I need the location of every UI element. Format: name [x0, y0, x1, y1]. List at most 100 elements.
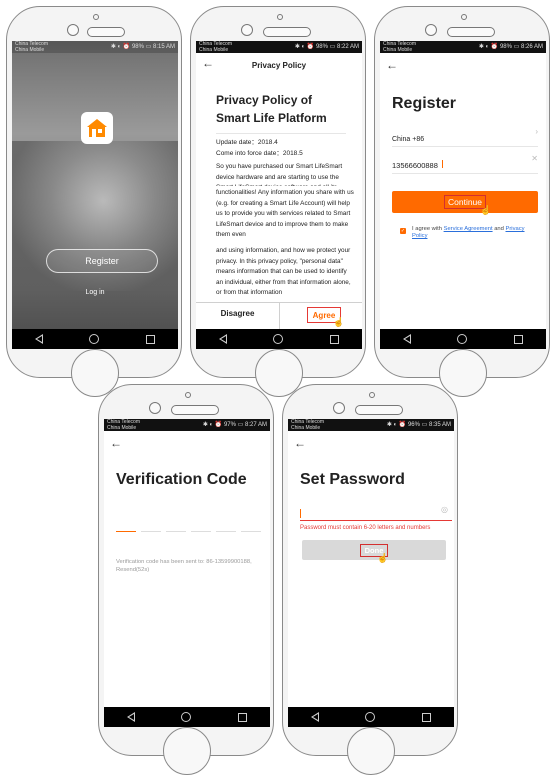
nav-back-icon[interactable]: [219, 334, 228, 344]
country-code-label: China +86: [392, 136, 425, 143]
policy-paragraph-1: So you have purchased our Smart LifeSmar…: [216, 163, 343, 186]
code-digit-5: [216, 531, 236, 532]
continue-button[interactable]: Continue: [392, 191, 538, 213]
force-date: Come into force date：2018.5: [216, 150, 303, 157]
android-nav-bar: [288, 707, 454, 727]
android-nav-bar: [12, 329, 178, 349]
resend-link[interactable]: Resend(52s): [116, 567, 149, 573]
nav-back-icon[interactable]: [127, 712, 136, 722]
chevron-right-icon: ›: [535, 127, 538, 136]
sensor-dot: [93, 14, 99, 20]
carrier-text: China Telecom China Mobile: [383, 41, 416, 53]
screen-5: China Telecom China Mobile ✱ ◐ ⏰ 96% ▭ 8…: [288, 419, 454, 727]
password-underline: [300, 520, 452, 521]
phone-frame-3: China Telecom China Mobile ✱ ◐ ⏰ 98% ▭ 8…: [374, 6, 550, 397]
country-divider: [392, 146, 538, 147]
carrier-text: China Telecom China Mobile: [291, 419, 324, 431]
carrier-text: China Telecom China Mobile: [199, 41, 232, 53]
pointer-cursor-icon: ☝: [377, 553, 389, 563]
nav-recent-icon[interactable]: [145, 334, 155, 344]
nav-back-icon[interactable]: [403, 334, 412, 344]
country-selector[interactable]: China +86 ›: [392, 127, 538, 143]
status-icons: ✱ ◐ ⏰ 98% ▭ 8:15 AM: [110, 44, 175, 50]
nav-back-icon[interactable]: [35, 334, 44, 344]
clear-input-icon[interactable]: ✕: [531, 154, 538, 163]
page-title: Register: [392, 95, 457, 112]
agree-prefix: I agree with: [412, 226, 442, 232]
nav-recent-icon[interactable]: [237, 712, 247, 722]
hardware-home-button[interactable]: [347, 727, 395, 775]
button-separator: [279, 303, 280, 329]
nav-home-icon[interactable]: [457, 334, 468, 344]
phone-frame-5: China Telecom China Mobile ✱ ◐ ⏰ 96% ▭ 8…: [282, 384, 458, 775]
back-arrow-icon[interactable]: ←: [386, 58, 398, 72]
sensor-dot: [277, 14, 283, 20]
register-button[interactable]: Register: [46, 249, 158, 273]
speaker-grille: [447, 27, 495, 37]
phone-frame-4: China Telecom China Mobile ✱ ◐ ⏰ 97% ▭ 8…: [98, 384, 274, 775]
back-arrow-icon[interactable]: ←: [294, 436, 306, 450]
code-digit-1: [116, 531, 136, 532]
status-bar: China Telecom China Mobile ✱ ◐ ⏰ 98% ▭ 8…: [12, 41, 178, 53]
nav-home-icon[interactable]: [89, 334, 100, 344]
speaker-grille: [355, 405, 403, 415]
code-digit-3: [166, 531, 186, 532]
hardware-home-button[interactable]: [439, 349, 487, 397]
policy-title: Privacy Policy of Smart Life Platform: [216, 93, 327, 125]
sensor-dot: [369, 392, 375, 398]
nav-home-icon[interactable]: [365, 712, 376, 722]
service-agreement-link[interactable]: Service Agreement: [444, 226, 493, 232]
disagree-button[interactable]: Disagree: [196, 309, 279, 318]
carrier-text: China Telecom China Mobile: [15, 41, 48, 53]
and-text: and: [494, 226, 504, 232]
sensor-dot: [461, 14, 467, 20]
page-title: Verification Code: [116, 471, 247, 488]
code-input[interactable]: [116, 531, 264, 535]
status-icons: ✱ ◐ ⏰ 97% ▭ 8:27 AM: [202, 422, 267, 428]
agree-checkbox[interactable]: ✓: [400, 228, 406, 234]
title-divider: [216, 133, 346, 134]
header-title: Privacy Policy: [251, 61, 307, 70]
phone-frame-2: China Telecom China Mobile ✱ ◐ ⏰ 98% ▭ 8…: [190, 6, 366, 397]
nav-recent-icon[interactable]: [421, 712, 431, 722]
code-digit-4: [191, 531, 211, 532]
login-link[interactable]: Log in: [12, 289, 178, 296]
back-arrow-icon[interactable]: ←: [110, 436, 122, 450]
password-input[interactable]: ◎: [300, 505, 452, 519]
nav-recent-icon[interactable]: [513, 334, 523, 344]
done-button[interactable]: Done: [302, 540, 446, 560]
house-logo-icon: [87, 119, 107, 137]
pointer-cursor-icon: ☝: [333, 317, 345, 327]
front-camera-icon: [67, 24, 79, 36]
screen-2: China Telecom China Mobile ✱ ◐ ⏰ 98% ▭ 8…: [196, 41, 362, 349]
screen-1: China Telecom China Mobile ✱ ◐ ⏰ 98% ▭ 8…: [12, 41, 178, 349]
code-digit-6: [241, 531, 261, 532]
app-logo: [81, 112, 113, 144]
hardware-home-button[interactable]: [163, 727, 211, 775]
status-icons: ✱ ◐ ⏰ 98% ▭ 8:22 AM: [294, 44, 359, 50]
status-bar: China Telecom China Mobile ✱ ◐ ⏰ 98% ▭ 8…: [380, 41, 546, 53]
nav-recent-icon[interactable]: [329, 334, 339, 344]
front-camera-icon: [241, 24, 253, 36]
front-camera-icon: [149, 402, 161, 414]
phone-input-value: 13566600888: [392, 161, 438, 170]
pointer-cursor-icon: ☝: [480, 205, 492, 215]
password-hint: Password must contain 6-20 letters and n…: [300, 525, 431, 531]
phone-divider: [392, 173, 538, 174]
policy-paragraph-3: and using information, and how we protec…: [216, 247, 351, 296]
policy-paragraph-2: functionalities! Any information you sha…: [216, 189, 354, 238]
agree-button-label: Agree: [312, 310, 336, 320]
status-bar: China Telecom China Mobile ✱ ◐ ⏰ 96% ▭ 8…: [288, 419, 454, 431]
nav-back-icon[interactable]: [311, 712, 320, 722]
phone-input[interactable]: 13566600888 ✕: [392, 154, 538, 170]
screen-4: China Telecom China Mobile ✱ ◐ ⏰ 97% ▭ 8…: [104, 419, 270, 727]
nav-home-icon[interactable]: [181, 712, 192, 722]
front-camera-icon: [425, 24, 437, 36]
speaker-grille: [87, 27, 125, 37]
speaker-grille: [171, 405, 219, 415]
status-icons: ✱ ◐ ⏰ 96% ▭ 8:35 AM: [386, 422, 451, 428]
update-date: Update date：2018.4: [216, 139, 278, 146]
eye-icon[interactable]: ◎: [441, 505, 448, 514]
code-digit-2: [141, 531, 161, 532]
nav-home-icon[interactable]: [273, 334, 284, 344]
